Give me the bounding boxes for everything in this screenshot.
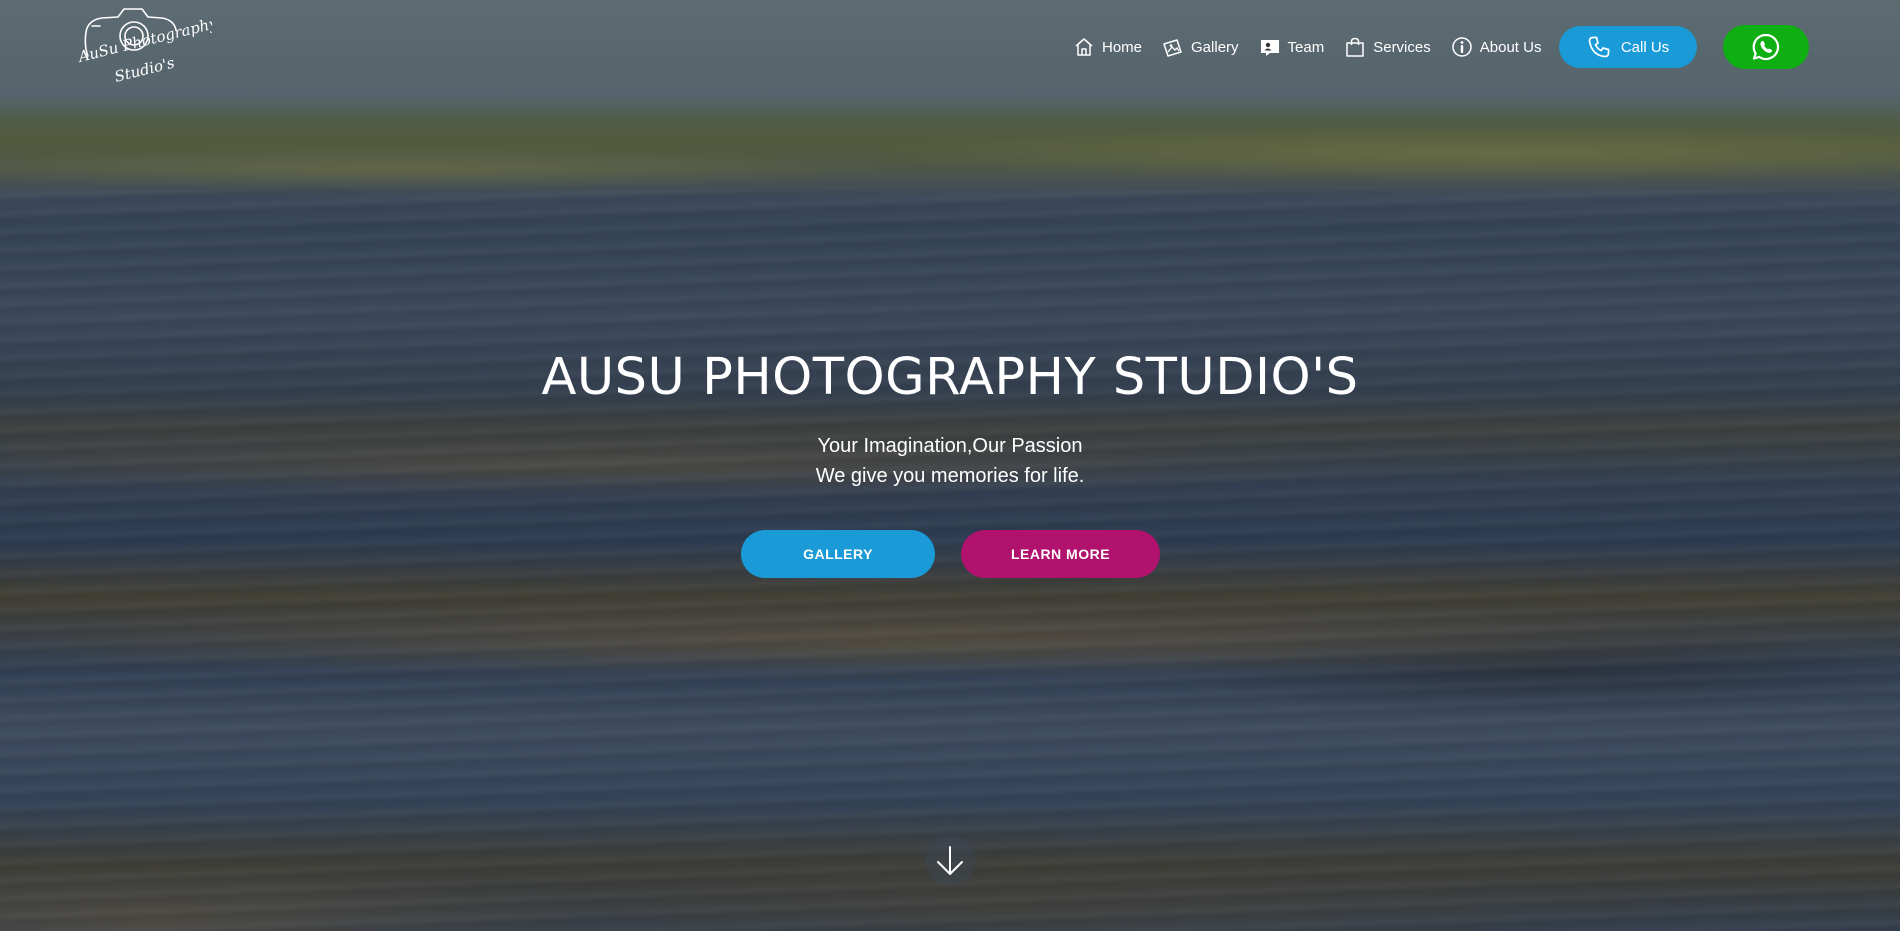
learn-more-button[interactable]: LEARN MORE (961, 530, 1160, 578)
nav-item-about-us[interactable]: About Us (1451, 36, 1542, 58)
nav-item-label: Services (1373, 38, 1431, 56)
site-logo[interactable]: AuSu Photography Studio's (75, 6, 220, 88)
hero-subtitle: We give you memories for life. (815, 465, 1085, 487)
whatsapp-icon (1751, 32, 1781, 62)
shopping-bag-icon (1344, 36, 1366, 58)
nav-item-services[interactable]: Services (1344, 36, 1431, 58)
nav-item-team[interactable]: Team (1259, 36, 1325, 58)
call-us-label: Call Us (1620, 38, 1670, 56)
scroll-down-button[interactable] (925, 836, 975, 886)
svg-text:AuSu Photography: AuSu Photography (78, 14, 212, 67)
gallery-button[interactable]: GALLERY (741, 530, 935, 578)
phone-icon (1587, 35, 1611, 59)
nav-item-home[interactable]: Home (1073, 36, 1142, 58)
hero-tagline: Your Imagination,Our Passion (817, 435, 1083, 457)
home-icon (1073, 36, 1095, 58)
whatsapp-button[interactable] (1723, 25, 1809, 69)
nav-item-label: Team (1287, 38, 1325, 56)
svg-text:Studio's: Studio's (113, 54, 177, 86)
nav-item-gallery[interactable]: Gallery (1162, 36, 1239, 58)
nav-item-label: Home (1102, 38, 1143, 56)
arrow-down-icon (932, 843, 968, 879)
info-icon (1451, 36, 1473, 58)
call-us-button[interactable]: Call Us (1559, 26, 1697, 68)
team-icon (1259, 36, 1281, 58)
camera-logo-icon: AuSu Photography Studio's (75, 8, 220, 86)
images-icon (1162, 36, 1184, 58)
hero-title: AUSU PHOTOGRAPHY STUDIO'S (541, 348, 1359, 407)
hero-section: AuSu Photography Studio's Home Gallery T… (0, 0, 1900, 931)
nav-item-label: Gallery (1191, 38, 1239, 56)
main-nav: Home Gallery Team Services About Us (1073, 26, 1561, 68)
nav-item-label: About Us (1479, 38, 1542, 56)
